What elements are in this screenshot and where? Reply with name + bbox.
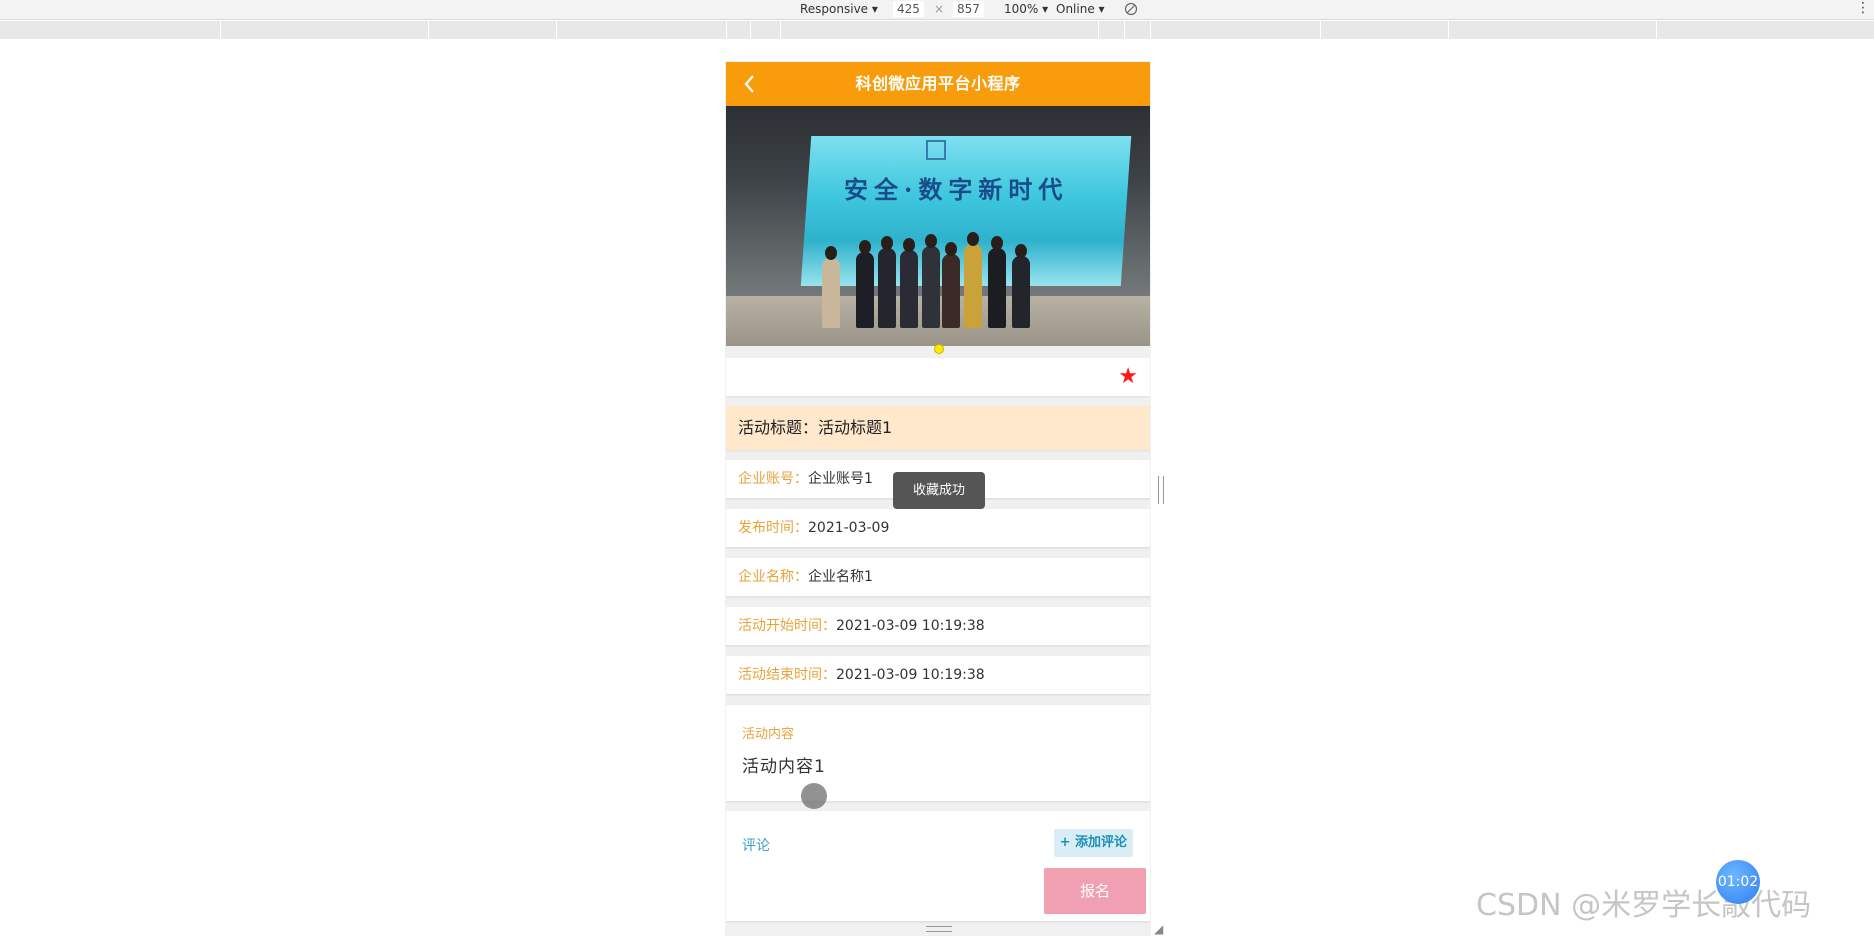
indicator-dot-active[interactable] bbox=[934, 344, 944, 354]
dimension-separator: × bbox=[934, 2, 945, 16]
banner-logo bbox=[926, 140, 946, 160]
info-label: 活动结束时间： bbox=[738, 667, 836, 683]
viewport-resize-corner-icon[interactable]: ◢ bbox=[1154, 922, 1163, 936]
info-row-publish-time: 发布时间：2021-03-09 bbox=[726, 509, 1150, 547]
person-head bbox=[1015, 244, 1027, 258]
activity-title-row: 活动标题：活动标题1 bbox=[726, 406, 1150, 450]
zoom-select[interactable]: 100% ▾ bbox=[1004, 2, 1048, 17]
device-select[interactable]: Responsive ▾ bbox=[800, 2, 878, 17]
activity-content-card: 活动内容 活动内容1 bbox=[726, 705, 1150, 801]
person bbox=[878, 248, 896, 328]
info-value: 企业账号1 bbox=[808, 471, 873, 487]
person-head bbox=[903, 238, 915, 252]
viewport-resize-handle-right[interactable] bbox=[1158, 476, 1164, 504]
viewport-width-input[interactable]: 425 bbox=[893, 1, 924, 17]
content-label: 活动内容 bbox=[742, 727, 795, 742]
device-select-label: Responsive bbox=[800, 2, 869, 16]
viewport-height-input[interactable]: 857 bbox=[953, 1, 984, 17]
activity-banner-image[interactable]: 安全·数字新时代 bbox=[726, 106, 1150, 346]
add-comment-button[interactable]: + 添加评论 bbox=[1053, 829, 1133, 857]
info-row-start-time: 活动开始时间：2021-03-09 10:19:38 bbox=[726, 607, 1150, 645]
comments-label: 评论 bbox=[742, 838, 770, 854]
content-value: 活动内容1 bbox=[742, 757, 826, 777]
signup-button[interactable]: 报名 bbox=[1044, 868, 1146, 914]
media-query-bar[interactable] bbox=[0, 21, 1874, 39]
info-label: 活动开始时间： bbox=[738, 618, 836, 634]
devtools-device-toolbar: Responsive ▾ 425 × 857 100% ▾ Online ▾ ⋮ bbox=[0, 0, 1874, 20]
info-row-end-time: 活动结束时间：2021-03-09 10:19:38 bbox=[726, 656, 1150, 694]
network-select-label: Online bbox=[1056, 2, 1095, 16]
activity-title-value: 活动标题1 bbox=[818, 418, 893, 437]
person bbox=[922, 246, 940, 328]
banner-indicator bbox=[726, 344, 1150, 358]
rotate-icon[interactable] bbox=[1124, 2, 1138, 20]
favorite-star-icon[interactable]: ★ bbox=[1118, 364, 1138, 390]
info-label: 企业账号： bbox=[738, 471, 808, 487]
info-label: 发布时间： bbox=[738, 520, 808, 536]
person-head bbox=[859, 240, 871, 254]
person-head bbox=[967, 232, 979, 246]
zoom-select-label: 100% bbox=[1004, 2, 1039, 16]
nav-bar: 科创微应用平台小程序 bbox=[726, 62, 1150, 106]
person-head bbox=[925, 234, 937, 248]
network-throttle-select[interactable]: Online ▾ bbox=[1056, 2, 1105, 17]
banner-screen-text: 安全·数字新时代 bbox=[844, 175, 1069, 204]
watermark: CSDN @米罗学长敲代码 bbox=[1476, 888, 1812, 923]
person bbox=[964, 244, 982, 328]
info-label: 企业名称： bbox=[738, 569, 808, 585]
network-select-chevron-icon: ▾ bbox=[1098, 2, 1105, 16]
person bbox=[822, 258, 840, 328]
touch-cursor-indicator bbox=[801, 783, 827, 809]
favorite-row: ★ bbox=[726, 358, 1150, 396]
info-value: 2021-03-09 bbox=[808, 520, 890, 536]
zoom-select-chevron-icon: ▾ bbox=[1042, 2, 1049, 16]
person bbox=[942, 254, 960, 328]
info-value: 2021-03-09 10:19:38 bbox=[836, 618, 985, 634]
viewport-resize-handle-bottom[interactable] bbox=[926, 926, 952, 932]
info-value: 2021-03-09 10:19:38 bbox=[836, 667, 985, 683]
person-head bbox=[825, 246, 837, 260]
person-head bbox=[991, 236, 1003, 250]
more-options-icon[interactable]: ⋮ bbox=[1856, 0, 1870, 16]
page-title: 科创微应用平台小程序 bbox=[855, 74, 1021, 93]
person bbox=[1012, 256, 1030, 328]
person-head bbox=[881, 236, 893, 250]
activity-title-label: 活动标题： bbox=[738, 418, 819, 437]
person bbox=[856, 252, 874, 328]
person bbox=[988, 248, 1006, 328]
person bbox=[900, 250, 918, 328]
recording-timer: 01:02 bbox=[1716, 860, 1760, 904]
person-head bbox=[945, 242, 957, 256]
info-value: 企业名称1 bbox=[808, 569, 873, 585]
device-select-chevron-icon: ▾ bbox=[871, 2, 878, 16]
info-row-company-name: 企业名称：企业名称1 bbox=[726, 558, 1150, 596]
favorite-success-toast: 收藏成功 bbox=[893, 472, 985, 509]
